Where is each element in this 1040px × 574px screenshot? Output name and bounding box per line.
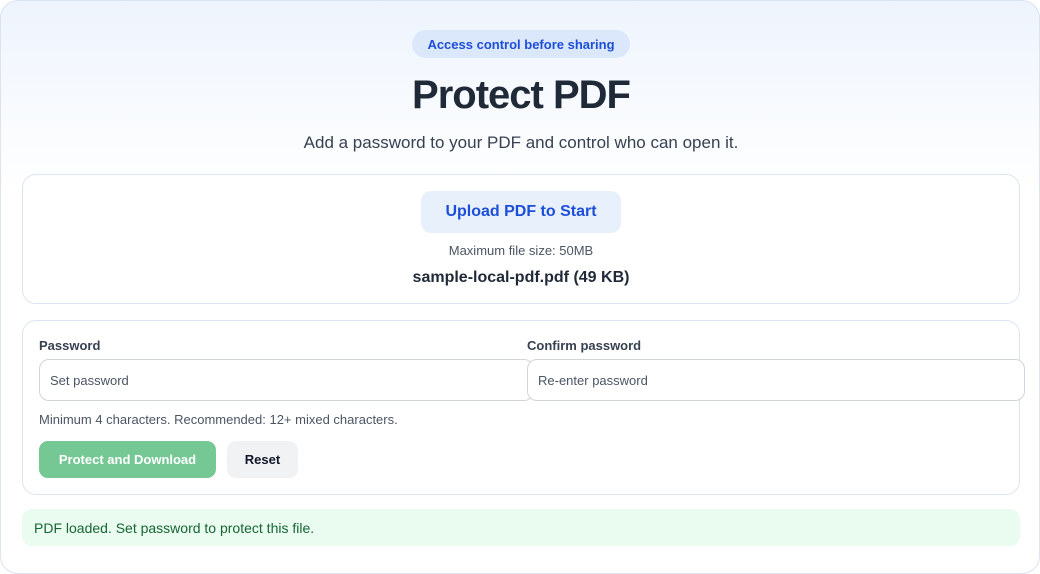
upload-pdf-button[interactable]: Upload PDF to Start	[421, 191, 621, 233]
page-subtitle: Add a password to your PDF and control w…	[303, 133, 739, 152]
status-message: PDF loaded. Set password to protect this…	[22, 509, 1020, 546]
upload-card: Upload PDF to Start Maximum file size: 5…	[22, 174, 1020, 304]
reset-button[interactable]: Reset	[227, 441, 298, 478]
protect-pdf-panel: Access control before sharing Protect PD…	[0, 0, 1040, 574]
page-title: Protect PDF	[412, 73, 631, 117]
feature-badge: Access control before sharing	[412, 30, 630, 58]
confirm-password-input[interactable]	[527, 359, 1025, 401]
max-file-size-note: Maximum file size: 50MB	[448, 243, 594, 258]
status-message-text: PDF loaded. Set password to protect this…	[34, 519, 315, 536]
confirm-password-label: Confirm password	[527, 338, 642, 353]
loaded-file-name: sample-local-pdf.pdf (49 KB)	[412, 269, 630, 286]
protect-and-download-button[interactable]: Protect and Download	[39, 441, 216, 478]
password-label: Password	[39, 338, 101, 353]
password-form-card: Password Confirm password Minimum 4 char…	[22, 320, 1025, 495]
password-hint: Minimum 4 characters. Recommended: 12+ m…	[39, 412, 398, 427]
password-input[interactable]	[39, 359, 534, 401]
